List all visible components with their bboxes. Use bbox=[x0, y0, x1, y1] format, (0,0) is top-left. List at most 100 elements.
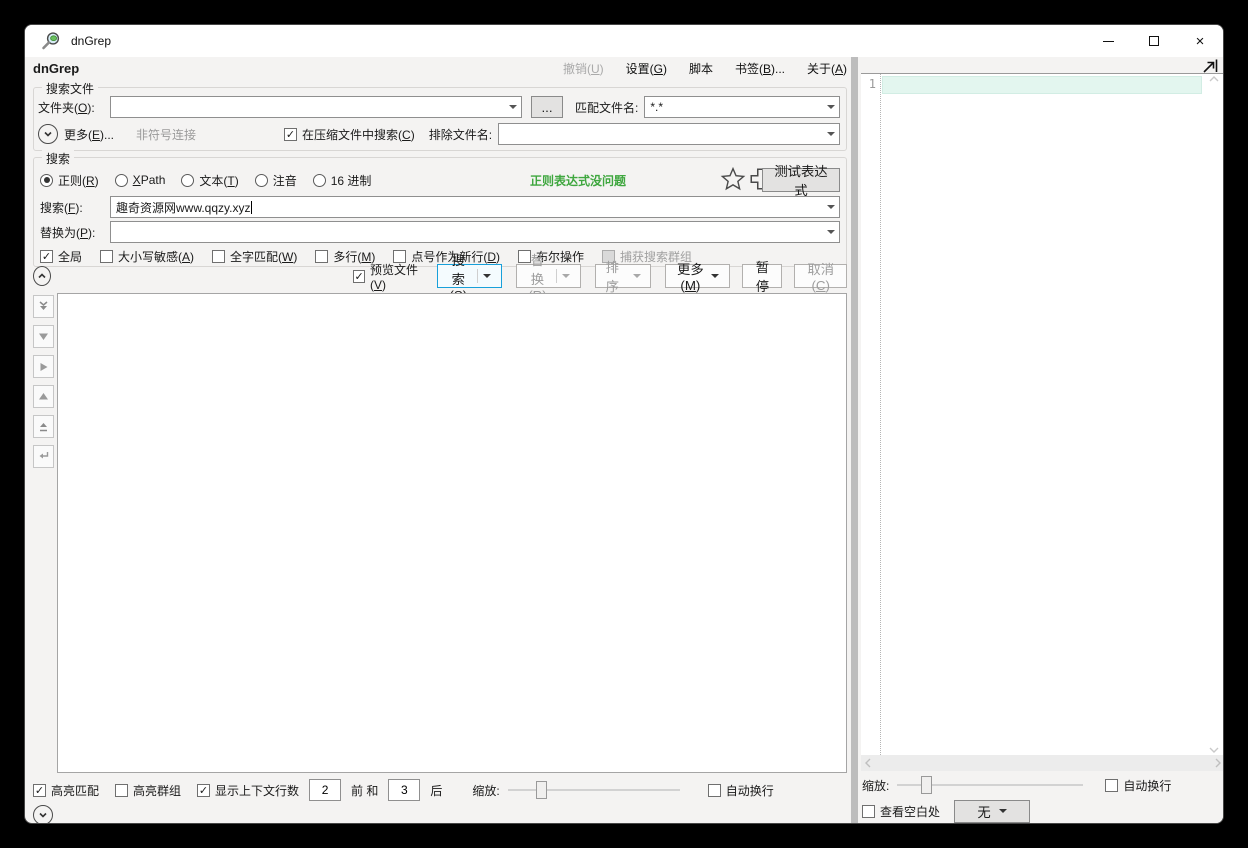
replace-dropdown-icon[interactable] bbox=[822, 222, 839, 242]
checkbox-unchecked-icon bbox=[315, 250, 328, 263]
replace-dropdown-icon bbox=[562, 274, 570, 278]
whole-word-checkbox[interactable]: 全字匹配(W) bbox=[212, 248, 297, 265]
more-button-label: 更多(M) bbox=[676, 259, 704, 293]
regex-validation-message: 正则表达式没问题 bbox=[530, 172, 626, 189]
results-zoom-label: 缩放: bbox=[472, 782, 499, 799]
chevron-up-icon bbox=[37, 271, 47, 281]
more-options-label[interactable]: 更多(E)... bbox=[64, 126, 114, 143]
more-options-expander[interactable] bbox=[38, 124, 58, 144]
folder-combobox[interactable] bbox=[110, 96, 522, 118]
search-dropdown-icon[interactable] bbox=[483, 274, 491, 278]
return-arrow-icon bbox=[38, 451, 50, 462]
maximize-button[interactable] bbox=[1131, 25, 1177, 57]
highlight-groups-checkbox[interactable]: 高亮群组 bbox=[115, 782, 181, 799]
results-nav-toolbar bbox=[33, 295, 55, 468]
up-arrow-icon bbox=[38, 392, 49, 401]
preview-vertical-scrollbar[interactable] bbox=[1205, 74, 1222, 755]
radio-regex[interactable]: 正则(R) bbox=[40, 172, 99, 189]
preview-zoom-slider[interactable] bbox=[897, 776, 1083, 794]
search-results-list[interactable] bbox=[57, 293, 847, 773]
scroll-right-icon[interactable] bbox=[1215, 758, 1221, 768]
current-match-button[interactable] bbox=[33, 355, 54, 378]
preview-editor[interactable]: 1 bbox=[861, 73, 1224, 755]
results-options-bar: ✓ 高亮匹配 高亮群组 ✓ 显示上下文行数 前 和 后 缩放: 自动换行 bbox=[33, 777, 847, 803]
chevron-down-icon bbox=[43, 129, 53, 139]
view-whitespace-checkbox[interactable]: 查看空白处 bbox=[862, 803, 940, 820]
collapse-bottom-expander[interactable] bbox=[33, 805, 53, 824]
case-sensitive-checkbox[interactable]: 大小写敏感(A) bbox=[100, 248, 194, 265]
previous-match-button[interactable] bbox=[33, 385, 54, 408]
exclude-filename-combobox[interactable] bbox=[498, 123, 840, 145]
favorite-star-icon[interactable] bbox=[720, 166, 746, 192]
radio-unselected-icon bbox=[255, 174, 268, 187]
next-match-button[interactable] bbox=[33, 325, 54, 348]
exclude-dropdown-icon[interactable] bbox=[822, 124, 839, 144]
context-after-input[interactable] bbox=[388, 779, 420, 801]
show-context-lines-checkbox[interactable]: ✓ 显示上下文行数 bbox=[197, 782, 299, 799]
slider-thumb[interactable] bbox=[536, 781, 547, 799]
search-for-dropdown-icon[interactable] bbox=[822, 197, 839, 217]
collapse-top-expander[interactable] bbox=[33, 266, 51, 286]
search-archives-label: 在压缩文件中搜索(C) bbox=[302, 126, 415, 143]
checkbox-checked-icon: ✓ bbox=[33, 784, 46, 797]
scroll-down-icon[interactable] bbox=[1209, 747, 1219, 753]
whole-word-label: 全字匹配(W) bbox=[230, 248, 297, 265]
pause-button-label: 暂停 bbox=[753, 257, 771, 295]
pause-button[interactable]: 暂停 bbox=[742, 264, 782, 288]
search-group: 搜索 正则(R) XPath 文本(T) 注音 bbox=[33, 157, 847, 267]
context-between-label: 前 和 bbox=[351, 782, 378, 799]
test-expression-button[interactable]: 测试表达式 bbox=[762, 168, 840, 192]
view-whitespace-label: 查看空白处 bbox=[880, 803, 940, 820]
folder-dropdown-icon[interactable] bbox=[504, 97, 521, 117]
highlight-matches-checkbox[interactable]: ✓ 高亮匹配 bbox=[33, 782, 99, 799]
checkbox-unchecked-icon bbox=[100, 250, 113, 263]
search-for-combobox[interactable]: 趣奇资源网www.qqzy.xyz bbox=[110, 196, 840, 218]
minimize-icon bbox=[1103, 41, 1114, 42]
line-number-gutter: 1 bbox=[861, 74, 881, 755]
scroll-up-icon[interactable] bbox=[1209, 76, 1219, 82]
minimize-button[interactable] bbox=[1085, 25, 1131, 57]
radio-hex[interactable]: 16 进制 bbox=[313, 172, 372, 189]
context-before-input[interactable] bbox=[309, 779, 341, 801]
cancel-button-label: 取消(C) bbox=[805, 259, 836, 293]
results-wrap-checkbox[interactable]: 自动换行 bbox=[708, 782, 774, 799]
search-archives-checkbox[interactable]: ✓ 在压缩文件中搜索(C) bbox=[284, 126, 415, 143]
preview-wrap-checkbox[interactable]: 自动换行 bbox=[1105, 777, 1171, 794]
checkbox-checked-icon: ✓ bbox=[40, 250, 53, 263]
pane-splitter[interactable] bbox=[851, 57, 858, 823]
match-filename-combobox[interactable]: *.* bbox=[644, 96, 840, 118]
preview-pane: 1 缩放: 自动换行 查看空 bbox=[858, 57, 1224, 823]
titlebar: dnGrep × bbox=[25, 25, 1223, 57]
browse-button[interactable]: ... bbox=[531, 96, 563, 118]
menu-bookmarks[interactable]: 书签(B)... bbox=[735, 60, 785, 77]
preview-horizontal-scrollbar[interactable] bbox=[861, 755, 1224, 771]
radio-text[interactable]: 文本(T) bbox=[181, 172, 238, 189]
line-number: 1 bbox=[869, 77, 876, 91]
radio-selected-icon bbox=[40, 174, 53, 187]
slider-thumb[interactable] bbox=[921, 776, 932, 794]
more-button[interactable]: 更多(M) bbox=[665, 264, 730, 288]
file-group-title: 搜索文件 bbox=[42, 80, 98, 97]
radio-xpath[interactable]: XPath bbox=[115, 173, 166, 187]
menu-script[interactable]: 脚本 bbox=[689, 60, 713, 77]
scroll-left-icon[interactable] bbox=[865, 758, 871, 768]
wrap-navigation-button[interactable] bbox=[33, 445, 54, 468]
search-button[interactable]: 搜索(S) bbox=[437, 264, 502, 288]
global-checkbox[interactable]: ✓ 全局 bbox=[40, 248, 82, 265]
menu-about[interactable]: 关于(A) bbox=[807, 60, 847, 77]
whitespace-mode-value: 无 bbox=[977, 802, 990, 821]
double-up-arrow-icon bbox=[38, 421, 49, 432]
preview-files-checkbox[interactable]: ✓ 预览文件(V) bbox=[353, 261, 427, 292]
whitespace-dropdown-icon bbox=[999, 809, 1007, 813]
skip-to-first-button[interactable] bbox=[33, 415, 54, 438]
results-zoom-slider[interactable] bbox=[508, 781, 680, 799]
replace-with-combobox[interactable] bbox=[110, 221, 840, 243]
close-button[interactable]: × bbox=[1177, 25, 1223, 57]
whitespace-mode-dropdown[interactable]: 无 bbox=[954, 800, 1030, 823]
skip-to-last-button[interactable] bbox=[33, 295, 54, 318]
match-filename-dropdown-icon[interactable] bbox=[822, 97, 839, 117]
menu-settings[interactable]: 设置(G) bbox=[626, 60, 667, 77]
checkbox-checked-icon: ✓ bbox=[197, 784, 210, 797]
radio-phonetic-label: 注音 bbox=[273, 172, 297, 189]
radio-phonetic[interactable]: 注音 bbox=[255, 172, 297, 189]
